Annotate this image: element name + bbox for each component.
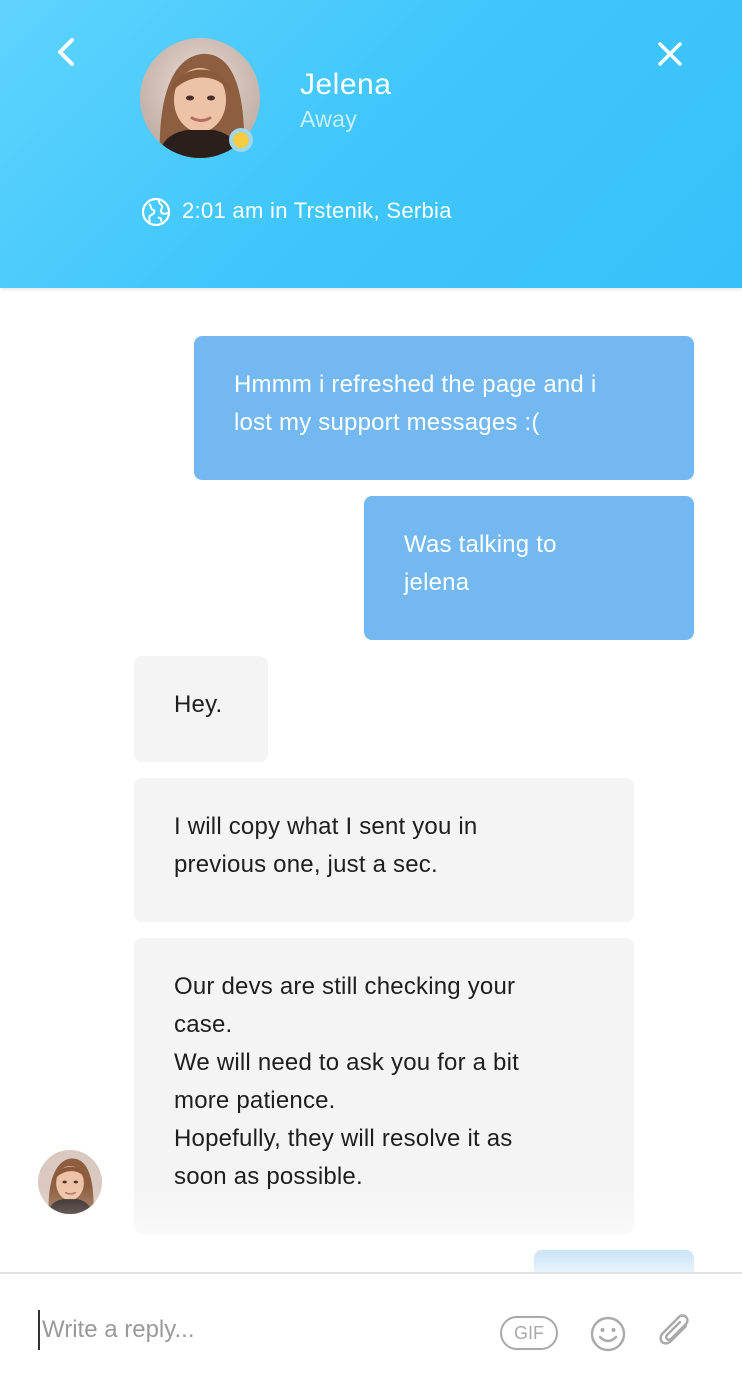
message-line: Hmmm i refreshed the page and i: [234, 371, 597, 398]
agent-message: Our devs are still checking your case. W…: [134, 938, 634, 1234]
composer: GIF: [0, 1272, 742, 1376]
agent-local-time: 2:01 am in Trstenik, Serbia: [182, 198, 452, 223]
user-message: Hmmm i refreshed the page and i lost my …: [194, 336, 694, 480]
agent-name: Jelena: [300, 68, 392, 101]
message-line: Hey.: [174, 691, 223, 718]
message-line: Our devs are still checking your: [174, 973, 516, 1000]
back-button[interactable]: [50, 34, 82, 70]
close-button[interactable]: [652, 36, 688, 72]
message-line: lost my support messages :(: [234, 409, 540, 436]
agent-message: I will copy what I sent you in previous …: [134, 778, 634, 922]
agent-avatar-small: [38, 1150, 102, 1214]
message-line: case.: [174, 1011, 233, 1038]
emoji-button[interactable]: [588, 1314, 628, 1354]
attach-button[interactable]: [656, 1312, 696, 1352]
message-line: We will need to ask you for a bit: [174, 1049, 519, 1076]
message-line: jelena: [404, 569, 470, 596]
chevron-left-icon: [58, 38, 74, 66]
message-line: previous one, just a sec.: [174, 851, 438, 878]
message-line: I will copy what I sent you in: [174, 813, 478, 840]
agent-message: Hey.: [134, 656, 268, 762]
away-status-dot: [229, 128, 253, 152]
globe-icon: [141, 197, 171, 227]
gif-button[interactable]: GIF: [500, 1316, 558, 1350]
close-icon: [658, 42, 682, 66]
smiley-icon: [590, 1316, 626, 1352]
paperclip-icon: [659, 1314, 689, 1345]
message-line: Hopefully, they will resolve it as: [174, 1125, 513, 1152]
chat-header: Jelena Away 2:01 am in Trstenik, Serbia: [0, 0, 742, 288]
user-message: Was talking to jelena: [364, 496, 694, 640]
message-line: more patience.: [174, 1087, 336, 1114]
agent-status: Away: [300, 106, 358, 132]
message-line: Was talking to: [404, 531, 557, 558]
message-line: soon as possible.: [174, 1163, 363, 1190]
reply-input[interactable]: [38, 1310, 478, 1350]
